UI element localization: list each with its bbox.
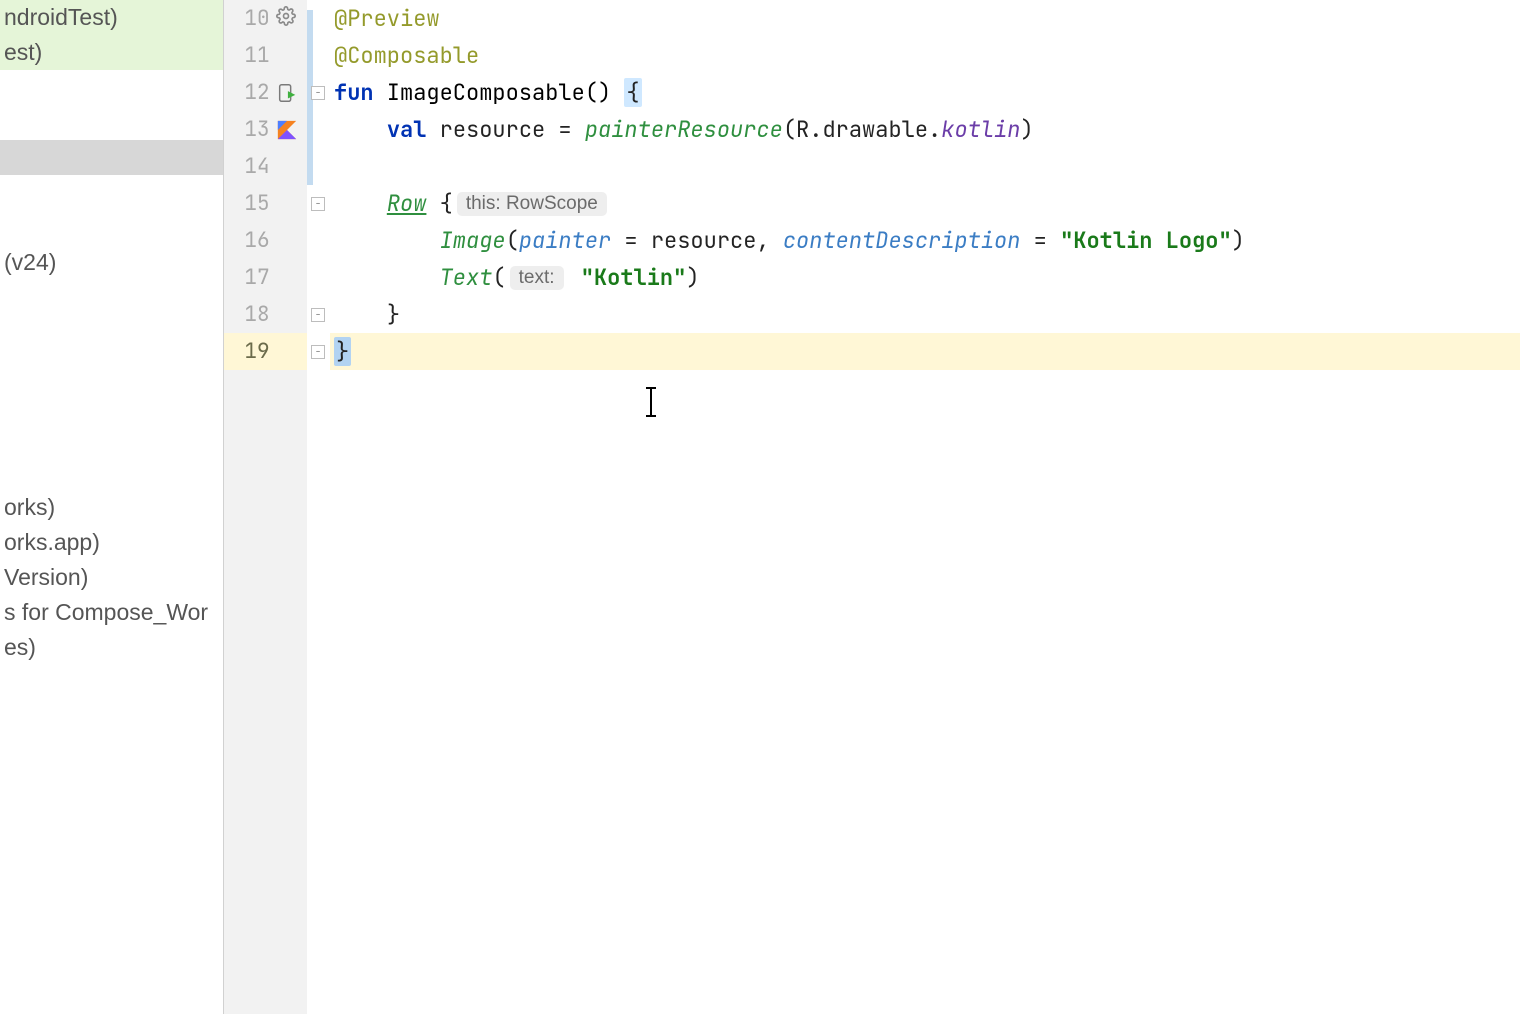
sidebar-item[interactable]: ndroidTest) <box>0 0 223 35</box>
brace-matched: } <box>334 337 351 366</box>
code-line[interactable]: fun ImageComposable() { <box>330 74 1534 111</box>
sidebar-item[interactable]: es) <box>0 630 223 665</box>
keyword: val <box>387 115 427 144</box>
sidebar-item-label: es) <box>4 634 36 661</box>
sidebar-item-label: Version) <box>4 564 88 591</box>
line-number: 10 <box>224 5 270 32</box>
annotation: @Preview <box>334 4 440 33</box>
function-call: Image <box>440 226 506 255</box>
sidebar-item-label: ndroidTest) <box>4 4 118 31</box>
scrollbar-track[interactable] <box>1520 0 1534 1014</box>
string-literal: "Kotlin" <box>581 263 687 292</box>
named-arg: contentDescription <box>783 226 1021 255</box>
sidebar-item[interactable]: Version) <box>0 560 223 595</box>
line-number: 14 <box>224 153 270 180</box>
sidebar-item-label: s for Compose_Wor <box>4 599 208 626</box>
code-editor[interactable]: @Preview @Composable fun ImageComposable… <box>330 0 1534 1014</box>
sidebar-item[interactable]: orks) <box>0 490 223 525</box>
function-call: painterResource <box>585 115 783 144</box>
line-number: 16 <box>224 227 270 254</box>
sidebar-item[interactable] <box>0 140 223 175</box>
run-preview-icon[interactable] <box>276 82 298 104</box>
line-number: 12 <box>224 79 270 106</box>
sidebar-item-label: est) <box>4 39 42 66</box>
fold-collapse-icon[interactable] <box>311 86 325 100</box>
code-line[interactable]: Image(painter = resource, contentDescrip… <box>330 222 1534 259</box>
code-line[interactable]: val resource = painterResource(R.drawabl… <box>330 111 1534 148</box>
sidebar-item-label: (v24) <box>4 249 56 276</box>
inlay-hint: text: <box>510 266 564 290</box>
sidebar-item[interactable]: orks.app) <box>0 525 223 560</box>
field-ref: kotlin <box>941 115 1020 144</box>
code-line[interactable]: @Composable <box>330 37 1534 74</box>
line-number: 13 <box>224 116 270 143</box>
kotlin-file-icon[interactable] <box>276 119 298 141</box>
code-line[interactable]: @Preview <box>330 0 1534 37</box>
fold-collapse-icon[interactable] <box>311 197 325 211</box>
sidebar-item[interactable]: est) <box>0 35 223 70</box>
line-number: 18 <box>224 301 270 328</box>
fold-expand-icon[interactable] <box>311 345 325 359</box>
fold-expand-icon[interactable] <box>311 308 325 322</box>
keyword: fun <box>334 78 374 107</box>
code-line-current[interactable]: } <box>330 333 1534 370</box>
fold-strip[interactable] <box>307 0 330 1014</box>
function-call: Text <box>440 263 493 292</box>
code-line[interactable]: } <box>330 296 1534 333</box>
function-call: Row <box>387 189 427 218</box>
project-sidebar[interactable]: ndroidTest) est) (v24) orks) orks.app) V… <box>0 0 224 1014</box>
sidebar-item-label: orks.app) <box>4 529 100 556</box>
string-literal: "Kotlin Logo" <box>1060 226 1232 255</box>
code-line[interactable]: Row {this: RowScope <box>330 185 1534 222</box>
line-number: 17 <box>224 264 270 291</box>
sidebar-item[interactable]: (v24) <box>0 245 223 280</box>
text-caret-icon <box>650 388 652 416</box>
line-number: 11 <box>224 42 270 69</box>
inlay-hint: this: RowScope <box>457 192 607 216</box>
function-name: ImageComposable() <box>374 78 625 107</box>
sidebar-item[interactable]: s for Compose_Wor <box>0 595 223 630</box>
sidebar-item-label: orks) <box>4 494 55 521</box>
code-line[interactable] <box>330 148 1534 185</box>
code-line[interactable]: Text(text: "Kotlin") <box>330 259 1534 296</box>
line-number: 19 <box>224 338 270 365</box>
annotation: @Composable <box>334 41 479 70</box>
brace-matched: { <box>624 78 641 107</box>
gear-icon[interactable] <box>276 6 296 32</box>
line-number: 15 <box>224 190 270 217</box>
named-arg: painter <box>519 226 611 255</box>
